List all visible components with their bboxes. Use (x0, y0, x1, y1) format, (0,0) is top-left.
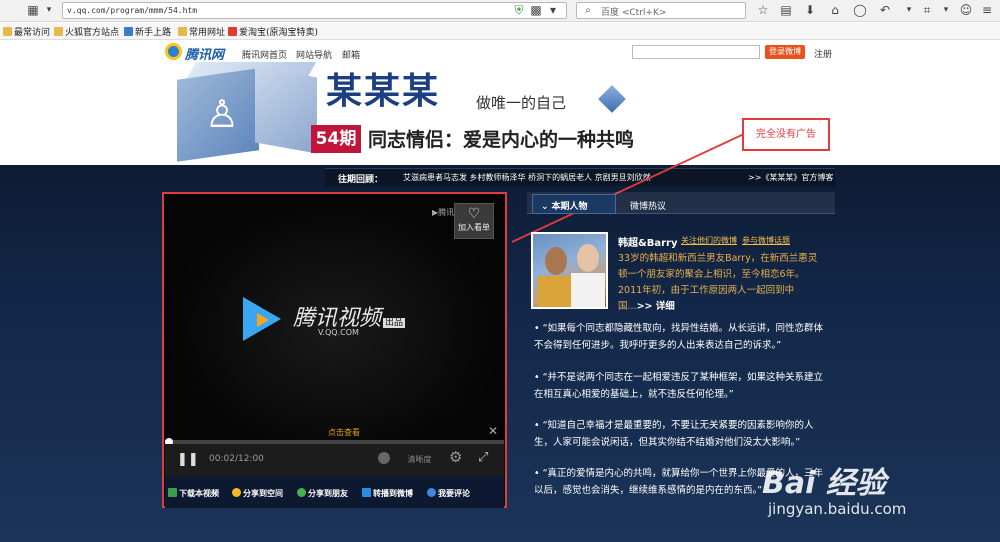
playback-time: 00:02/12:00 (209, 454, 264, 464)
folder-icon (178, 27, 187, 36)
heart-plus-icon: ♡ (467, 206, 481, 222)
baidu-watermark-url: jingyan.baidu.com (768, 500, 907, 518)
crop-icon[interactable]: ⌗ (920, 3, 934, 17)
issue-number-badge: 54期 (311, 125, 361, 153)
shield-icon[interactable]: ⛨ (512, 3, 526, 17)
official-blog-link[interactable]: >>《某某某》官方博客 (748, 172, 833, 183)
annotation-callout: 完全没有广告 (742, 118, 830, 151)
menu-icon[interactable]: ≡ (980, 3, 994, 17)
url-input[interactable]: v.qq.com/program/mmm/54.htm (62, 2, 567, 19)
bookmark-most-visited[interactable]: 最常访问 (3, 25, 50, 38)
past-episodes-label: 往期回顾： (338, 175, 384, 185)
dropdown-arrow-icon[interactable]: ▾ (902, 3, 916, 17)
chat-icon[interactable]: ◯ (853, 3, 867, 17)
cube-graphic (255, 66, 317, 154)
person-silhouette-icon: ♙ (205, 92, 240, 136)
qzone-icon (232, 488, 241, 497)
download-video-button[interactable]: 下载本视频 (168, 488, 219, 499)
bookmark-common-sites[interactable]: 常用网址 (178, 25, 225, 38)
download-icon[interactable]: ⬇ (803, 3, 817, 17)
comment-icon (427, 488, 436, 497)
globe-icon (124, 27, 133, 36)
weibo-topic-link[interactable]: 参与微博话题 (742, 235, 790, 246)
bookmark-aitaobao[interactable]: 爱淘宝(原淘宝特卖) (228, 25, 318, 38)
tab-this-issue-person[interactable]: ⌄ 本期人物 (532, 194, 616, 214)
bookmark-getting-started[interactable]: 新手上路 (124, 25, 171, 38)
dropdown-arrow-icon[interactable]: ▾ (42, 3, 56, 17)
dropdown-arrow-icon[interactable]: ▾ (939, 3, 953, 17)
chevron-down-icon: ⌄ (541, 202, 549, 212)
couple-photo (571, 273, 605, 307)
qr-icon[interactable]: ▩ (529, 3, 543, 17)
taobao-icon (228, 27, 237, 36)
tencent-video-url: V.QQ.COM (318, 328, 359, 337)
download-icon (168, 488, 177, 497)
qq-logo-icon[interactable] (165, 43, 182, 60)
tab-weibo-hot[interactable]: 微博热议 (630, 199, 666, 212)
quote-item: • “如果每个同志都隐藏性取向，找异性结婚。从长远讲，同性恋群体不会得到任何进步。… (534, 323, 824, 351)
annotation-arrow (511, 133, 745, 243)
pause-icon[interactable]: ❚❚ (177, 452, 199, 467)
comment-button[interactable]: 我要评论 (427, 488, 470, 499)
quote-item: • “知道自己幸福才是最重要的，不要让无关紧要的因素影响你的人生，人家可能会说闲话… (534, 420, 814, 448)
bio-text: 2011年初，由于工作原因两人一起回到中 (618, 285, 795, 296)
dropdown-arrow-icon[interactable]: ▾ (546, 3, 560, 17)
baidu-watermark: Bai 经验 (762, 466, 886, 501)
bookmark-star-icon[interactable]: ☆ (756, 3, 770, 17)
add-to-watchlist-button[interactable]: ♡ 加入看单 (454, 203, 494, 239)
login-weibo-button[interactable]: 登录微博 (765, 45, 805, 59)
logo-badge: 出品 (383, 318, 406, 328)
program-title: 某某某 (326, 70, 441, 112)
reader-icon[interactable]: ▤ (779, 3, 793, 17)
home-icon[interactable]: ⌂ (828, 3, 842, 17)
weibo-icon (362, 488, 371, 497)
person-name: 韩超&Barry (618, 238, 678, 249)
repost-weibo-button[interactable]: 转播到微博 (362, 488, 413, 499)
star-icon (3, 27, 12, 36)
close-icon[interactable]: ✕ (488, 424, 498, 438)
detail-link[interactable]: >> 详细 (637, 301, 675, 312)
register-link[interactable]: 注册 (814, 47, 832, 60)
bookmark-firefox[interactable]: 火狐官方站点 (54, 25, 119, 38)
bio-text: 33岁的韩超和新西兰男友Barry，在新西兰惠灵 (618, 253, 818, 264)
couple-photo (538, 276, 572, 307)
search-icon: ⌕ (585, 5, 591, 16)
page-icon: ▦ (27, 3, 39, 17)
bio-text: 国...>> 详细 (618, 301, 675, 312)
volume-icon[interactable] (378, 452, 390, 464)
share-qzone-button[interactable]: 分享到空间 (232, 488, 283, 499)
site-search-input[interactable] (632, 45, 760, 59)
video-watermark: ▶腾讯 (432, 208, 455, 217)
click-to-watch-link[interactable]: 点击查看 (328, 427, 360, 438)
fullscreen-icon[interactable]: ⤢ (478, 450, 488, 465)
clarity-button[interactable]: 清晰度 (403, 453, 436, 466)
search-input[interactable]: 百度 <Ctrl+K> (576, 2, 746, 19)
clover-icon (297, 488, 306, 497)
undo-icon[interactable]: ↶ (878, 3, 892, 17)
couple-photo (545, 247, 567, 275)
quote-item: • “并不是说两个同志在一起相爱违反了某种框架，如果这种关系建立在相互真心相爱的基… (534, 372, 824, 400)
settings-gear-icon[interactable]: ⚙ (449, 448, 462, 466)
program-slogan: 做唯一的自己 (476, 94, 567, 112)
folder-icon (54, 27, 63, 36)
bio-text: 顿一个朋友家的聚会上相识，至今相恋6年。 (618, 269, 805, 280)
smiley-icon[interactable]: ☺ (959, 3, 973, 17)
follow-weibo-link[interactable]: 关注他们的微博 (681, 235, 737, 246)
play-triangle-icon (257, 313, 269, 327)
couple-photo (577, 244, 599, 272)
share-friends-button[interactable]: 分享到朋友 (297, 488, 348, 499)
